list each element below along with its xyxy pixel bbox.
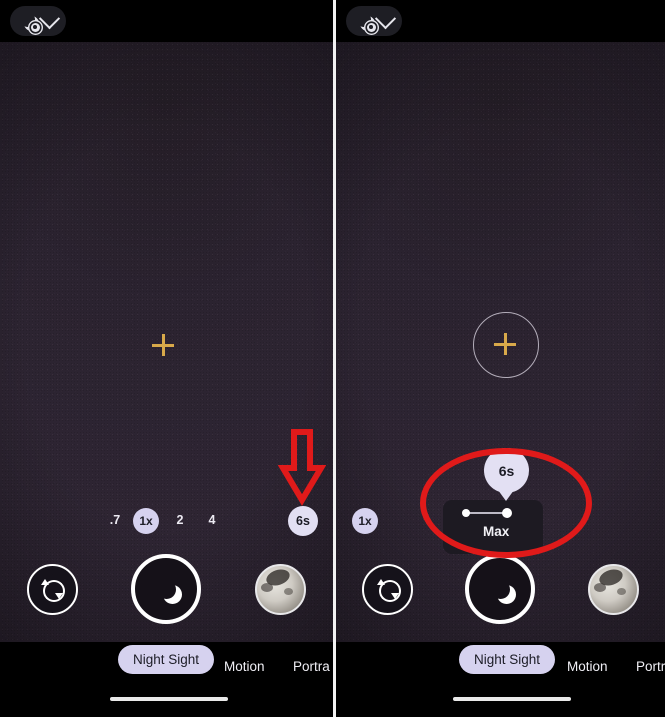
zoom-option-1[interactable]: 1x (133, 508, 159, 534)
home-indicator-bar[interactable] (453, 697, 571, 701)
camera-screen-left: .7 1x 2 4 6s Night Sight Motion Portra (0, 0, 333, 717)
screenshot-root: .7 1x 2 4 6s Night Sight Motion Portra 1… (0, 0, 665, 717)
moon-icon (157, 580, 176, 599)
mode-tab-portrait[interactable]: Portr (624, 652, 665, 681)
moon-gear-icon (356, 12, 376, 32)
home-indicator-bar[interactable] (110, 697, 228, 701)
mode-tab-bar-left: Night Sight Motion Portra (0, 642, 333, 680)
gallery-thumbnail-button[interactable] (255, 563, 307, 615)
mode-tab-portrait[interactable]: Portra (281, 652, 333, 681)
chevron-down-icon[interactable] (374, 7, 396, 29)
mode-tab-night-sight[interactable]: Night Sight (118, 645, 215, 674)
mode-tab-motion[interactable]: Motion (212, 652, 277, 681)
red-down-arrow (278, 429, 326, 506)
camera-screen-right: 1x Max 6s Night Sight Motion Portr (336, 0, 665, 717)
shutter-control-row-right (336, 554, 665, 624)
camera-flip-icon (40, 577, 66, 602)
camera-flip-icon (376, 577, 401, 602)
shutter-control-row-left (0, 554, 333, 624)
focus-plus-icon (152, 334, 174, 356)
viewfinder-right[interactable]: 1x Max 6s (336, 42, 665, 677)
top-bar-right (336, 0, 665, 42)
zoom-option-0[interactable]: .7 (106, 513, 124, 527)
gallery-thumbnail-button[interactable] (587, 563, 639, 615)
mode-tab-motion[interactable]: Motion (555, 652, 620, 681)
mode-tab-night-sight[interactable]: Night Sight (459, 645, 556, 674)
night-sight-settings-button[interactable] (10, 6, 66, 36)
camera-flip-button[interactable] (26, 563, 78, 615)
moon-gear-icon (20, 12, 40, 32)
zoom-control-row-left: .7 1x 2 4 6s (0, 504, 333, 538)
exposure-badge-6s[interactable]: 6s (288, 506, 318, 536)
shutter-button[interactable] (465, 554, 536, 624)
camera-flip-button[interactable] (362, 563, 414, 615)
viewfinder-left[interactable]: .7 1x 2 4 6s (0, 42, 333, 677)
moon-icon (491, 580, 510, 599)
top-bar-left (0, 0, 333, 42)
mode-tab-bar-right: Night Sight Motion Portr (336, 642, 665, 680)
shutter-button[interactable] (131, 554, 202, 624)
zoom-option-2[interactable]: 2 (171, 513, 189, 527)
zoom-option-3[interactable]: 4 (203, 513, 221, 527)
red-ellipse-highlight (420, 448, 592, 558)
chevron-down-icon[interactable] (38, 7, 60, 29)
night-sight-settings-button-right[interactable] (346, 6, 402, 36)
